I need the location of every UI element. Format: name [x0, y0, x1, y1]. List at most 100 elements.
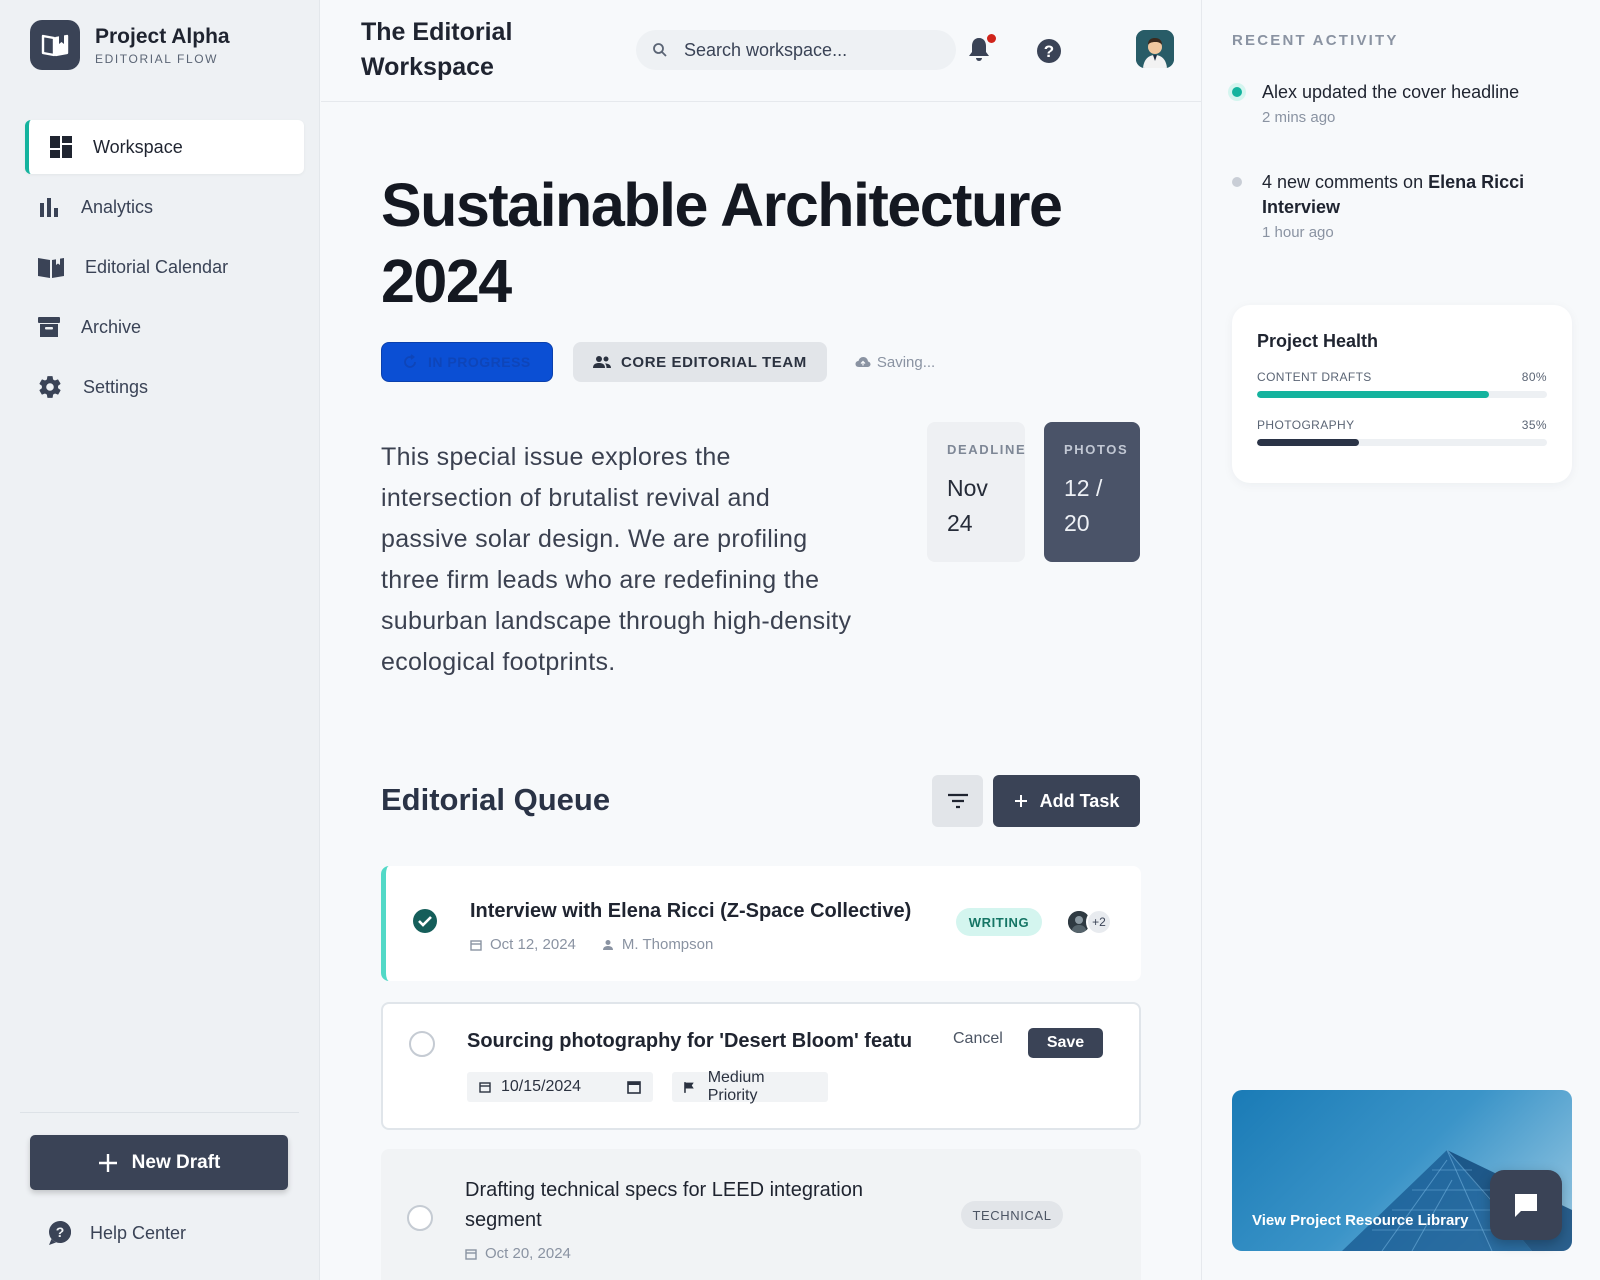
metric-value: 80%: [1521, 370, 1547, 384]
project-health-card: Project Health CONTENT DRAFTS 80% PHOTOG…: [1232, 305, 1572, 483]
activity-item[interactable]: Alex updated the cover headline 2 mins a…: [1232, 80, 1572, 126]
book-logo-icon: [30, 20, 80, 70]
activity-text: Alex updated the cover headline: [1262, 82, 1520, 102]
photos-card: PHOTOS 12 / 20: [1044, 422, 1140, 562]
book-icon: [38, 256, 64, 278]
calendar-picker-icon[interactable]: [627, 1080, 641, 1094]
sidebar: Project Alpha EDITORIAL FLOW Workspace A…: [0, 0, 320, 1280]
activity-dot: [1232, 177, 1242, 187]
activity-text-prefix: 4 new comments on: [1262, 172, 1429, 192]
group-icon: [593, 356, 611, 368]
date-input[interactable]: 10/15/2024: [467, 1072, 653, 1102]
task-tag: TECHNICAL: [961, 1201, 1063, 1229]
check-circle-icon[interactable]: [412, 908, 438, 934]
search-input[interactable]: [684, 39, 924, 61]
task-tag: WRITING: [956, 908, 1042, 936]
add-task-label: Add Task: [1039, 790, 1120, 811]
chat-icon: [1515, 1194, 1537, 1217]
bar-chart-icon: [40, 198, 58, 217]
team-label: CORE EDITORIAL TEAM: [621, 353, 807, 371]
task-title-input[interactable]: [467, 1030, 917, 1053]
sidebar-item-analytics[interactable]: Analytics: [25, 180, 304, 234]
brand: Project Alpha EDITORIAL FLOW: [30, 20, 230, 70]
priority-select[interactable]: Medium Priority: [672, 1069, 828, 1104]
status-badge[interactable]: IN PROGRESS: [381, 342, 553, 382]
sidebar-item-archive[interactable]: Archive: [25, 300, 304, 354]
project-chip-row: IN PROGRESS CORE EDITORIAL TEAM Saving..…: [381, 342, 935, 382]
progress-fill: [1257, 391, 1489, 398]
help-center-label: Help Center: [90, 1222, 187, 1243]
resource-library-link[interactable]: View Project Resource Library: [1252, 1212, 1468, 1229]
workspace-title: The Editorial Workspace: [361, 18, 513, 81]
new-draft-button[interactable]: New Draft: [30, 1135, 288, 1190]
gear-icon: [39, 376, 61, 398]
archive-icon: [38, 317, 60, 337]
activity-dot: [1232, 87, 1242, 97]
svg-text:?: ?: [56, 1224, 65, 1240]
queue-title: Editorial Queue: [381, 782, 611, 817]
calendar-icon: [470, 939, 482, 951]
plus-icon: [98, 1153, 117, 1172]
chat-button[interactable]: [1490, 1170, 1562, 1240]
collaborator-avatars[interactable]: +2: [1066, 909, 1112, 935]
filter-button[interactable]: [932, 775, 983, 827]
flag-icon: [684, 1081, 694, 1093]
task-date: Oct 20, 2024: [485, 1245, 571, 1262]
task-card[interactable]: Interview with Elena Ricci (Z-Space Coll…: [381, 866, 1141, 981]
health-title: Project Health: [1257, 331, 1379, 351]
metric-content-drafts: CONTENT DRAFTS 80%: [1257, 370, 1547, 398]
calendar-icon: [479, 1082, 491, 1093]
activity-item[interactable]: 4 new comments on Elena Ricci Interview …: [1232, 170, 1572, 241]
help-icon: ?: [49, 1221, 71, 1245]
sidebar-item-workspace[interactable]: Workspace: [25, 120, 304, 174]
sync-icon: [404, 354, 416, 368]
cloud-icon: [855, 357, 871, 367]
progress-fill: [1257, 439, 1359, 446]
svg-text:?: ?: [1044, 42, 1054, 61]
help-center-link[interactable]: ? Help Center: [48, 1220, 186, 1246]
task-assignee: M. Thompson: [621, 936, 714, 953]
task-title[interactable]: Interview with Elena Ricci (Z-Space Coll…: [470, 900, 911, 923]
task-meta: Oct 12, 2024 M. Thompson: [470, 936, 713, 953]
task-meta: Oct 20, 2024: [465, 1245, 571, 1262]
team-chip[interactable]: CORE EDITORIAL TEAM: [573, 342, 827, 382]
brand-subtitle: EDITORIAL FLOW: [95, 51, 219, 66]
sidebar-item-label: Workspace: [93, 136, 183, 157]
sidebar-nav: Workspace Analytics Editorial Calendar A…: [25, 120, 304, 420]
progress-track: [1257, 439, 1547, 446]
deadline-card: DEADLINE Nov 24: [927, 422, 1025, 562]
notification-dot: [987, 34, 996, 43]
sidebar-item-label: Archive: [81, 316, 142, 337]
search-bar[interactable]: [636, 30, 956, 70]
task-card-editing[interactable]: Cancel Save 10/15/2024 Medium Priority: [381, 1002, 1141, 1130]
add-task-button[interactable]: Add Task: [993, 775, 1140, 827]
collaborator-count: +2: [1086, 909, 1112, 935]
unchecked-circle-icon[interactable]: [407, 1205, 433, 1231]
sidebar-item-label: Settings: [83, 376, 149, 397]
photos-label: PHOTOS: [1064, 442, 1129, 457]
activity-time: 1 hour ago: [1262, 224, 1334, 241]
person-icon: [602, 939, 613, 950]
user-avatar[interactable]: [1136, 30, 1174, 68]
unchecked-circle-icon[interactable]: [409, 1031, 435, 1057]
photos-value: 12 / 20: [1064, 475, 1103, 536]
cancel-button[interactable]: Cancel: [953, 1030, 1003, 1048]
activity-time: 2 mins ago: [1262, 109, 1336, 126]
task-title[interactable]: Drafting technical specs for LEED integr…: [465, 1175, 915, 1235]
save-status-label: Saving...: [876, 353, 936, 371]
activity-text: 4 new comments on Elena Ricci Interview: [1262, 170, 1572, 220]
task-date: Oct 12, 2024: [490, 936, 576, 953]
progress-track: [1257, 391, 1547, 398]
sidebar-item-editorial-calendar[interactable]: Editorial Calendar: [25, 240, 304, 294]
top-bar: The Editorial Workspace ?: [321, 0, 1201, 102]
save-button[interactable]: Save: [1028, 1028, 1103, 1058]
sidebar-item-settings[interactable]: Settings: [25, 360, 304, 414]
metric-photography: PHOTOGRAPHY 35%: [1257, 418, 1547, 446]
save-status: Saving...: [855, 354, 935, 371]
project-description: This special issue explores the intersec…: [381, 443, 852, 676]
task-card[interactable]: Drafting technical specs for LEED integr…: [381, 1149, 1141, 1280]
help-circle-icon[interactable]: ?: [1036, 38, 1062, 64]
metric-label: PHOTOGRAPHY: [1257, 418, 1355, 432]
dashboard-icon: [50, 136, 72, 158]
deadline-value: Nov 24: [947, 475, 988, 536]
